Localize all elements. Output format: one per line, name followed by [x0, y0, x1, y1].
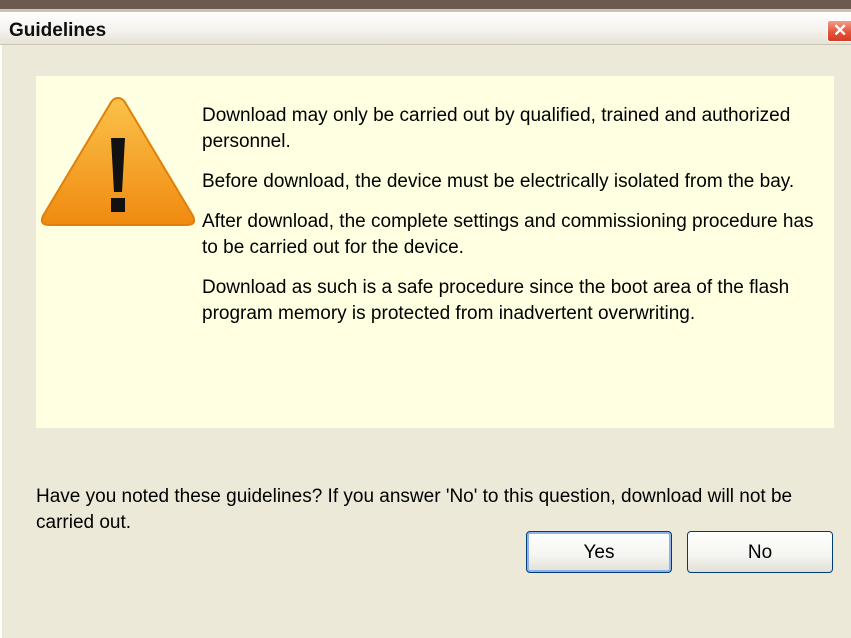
guideline-paragraph: Download may only be carried out by qual…: [202, 105, 791, 152]
dialog-title: Guidelines: [9, 20, 107, 41]
guidelines-text: Download may only be carried out by qual…: [202, 103, 828, 341]
close-button[interactable]: ✕: [827, 20, 851, 42]
confirmation-question: Have you noted these guidelines? If you …: [36, 486, 793, 533]
guideline-paragraph: Before download, the device must be elec…: [202, 171, 795, 192]
guideline-paragraph: Download as such is a safe procedure sin…: [202, 277, 790, 324]
yes-button[interactable]: Yes: [526, 531, 672, 573]
dialog-left-border: [0, 45, 2, 638]
guidelines-panel: Download may only be carried out by qual…: [36, 76, 834, 428]
no-button[interactable]: No: [687, 531, 833, 573]
close-icon: ✕: [833, 21, 848, 40]
dialog-title-bar[interactable]: Guidelines ✕: [0, 12, 851, 45]
warning-icon: [40, 96, 196, 226]
guideline-paragraph: After download, the complete settings an…: [202, 211, 814, 258]
background-window-edge: [0, 0, 851, 12]
